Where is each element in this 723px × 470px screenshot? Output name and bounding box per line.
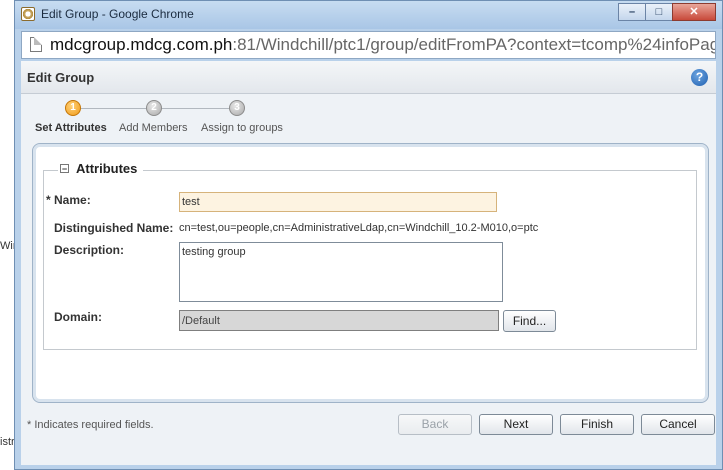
wizard-steps: 1 2 3 Set Attributes Add Members Assign …: [21, 97, 341, 137]
step-1-indicator[interactable]: 1: [65, 100, 81, 116]
app-icon: [21, 7, 35, 21]
required-fields-note: * Indicates required fields.: [27, 419, 154, 431]
name-label: * Name:: [46, 193, 91, 207]
step-connector-1: [78, 108, 146, 109]
dialog-header: Edit Group ?: [21, 61, 716, 94]
domain-label: Domain:: [54, 310, 102, 324]
page-icon: [30, 37, 42, 52]
domain-input: [179, 310, 499, 331]
dialog-title: Edit Group: [27, 70, 95, 85]
attributes-legend: − Attributes: [58, 161, 144, 176]
description-textarea[interactable]: testing group: [179, 242, 503, 302]
dialog-content: Edit Group ? 1 2 3 Set Attributes Add Me…: [21, 61, 716, 465]
distinguished-name-label: Distinguished Name:: [54, 221, 174, 235]
minimize-button[interactable]: –: [618, 3, 646, 21]
address-bar[interactable]: mdcgroup.mdcg.com.ph:81/Windchill/ptc1/g…: [21, 31, 716, 59]
step-2-label[interactable]: Add Members: [119, 122, 187, 134]
cancel-button[interactable]: Cancel: [641, 414, 715, 435]
required-marker: *: [46, 193, 51, 207]
chrome-popup-window: Edit Group - Google Chrome – □ ✕ mdcgrou…: [14, 0, 723, 470]
attributes-panel: − Attributes * Name: Distinguished Name:…: [32, 143, 709, 403]
window-controls: – □ ✕: [618, 3, 716, 21]
maximize-button[interactable]: □: [645, 3, 673, 21]
collapse-icon[interactable]: −: [60, 164, 69, 174]
help-icon[interactable]: ?: [691, 69, 708, 86]
find-button[interactable]: Find...: [503, 310, 556, 332]
name-input[interactable]: [179, 192, 497, 212]
finish-button[interactable]: Finish: [560, 414, 634, 435]
back-button[interactable]: Back: [398, 414, 472, 435]
description-label: Description:: [54, 243, 125, 257]
step-connector-2: [161, 108, 229, 109]
step-1-label[interactable]: Set Attributes: [35, 122, 107, 134]
window-title: Edit Group - Google Chrome: [41, 7, 194, 21]
background-page-strip: Win istr: [0, 0, 19, 470]
window-titlebar[interactable]: Edit Group - Google Chrome – □ ✕: [15, 1, 722, 29]
attributes-legend-text: Attributes: [76, 161, 138, 176]
step-2-indicator[interactable]: 2: [146, 100, 162, 116]
url-path: :81/Windchill/ptc1/group/editFromPA?cont…: [232, 35, 716, 54]
next-button[interactable]: Next: [479, 414, 553, 435]
url-host: mdcgroup.mdcg.com.ph: [50, 35, 233, 54]
background-text-2: istr: [0, 436, 15, 448]
close-window-button[interactable]: ✕: [672, 3, 716, 21]
step-3-indicator[interactable]: 3: [229, 100, 245, 116]
attributes-fieldset: − Attributes * Name: Distinguished Name:…: [43, 161, 697, 350]
name-label-text: Name:: [54, 193, 91, 207]
distinguished-name-value: cn=test,ou=people,cn=AdministrativeLdap,…: [179, 222, 539, 234]
step-3-label[interactable]: Assign to groups: [201, 122, 283, 134]
url-text[interactable]: mdcgroup.mdcg.com.ph:81/Windchill/ptc1/g…: [50, 35, 716, 55]
